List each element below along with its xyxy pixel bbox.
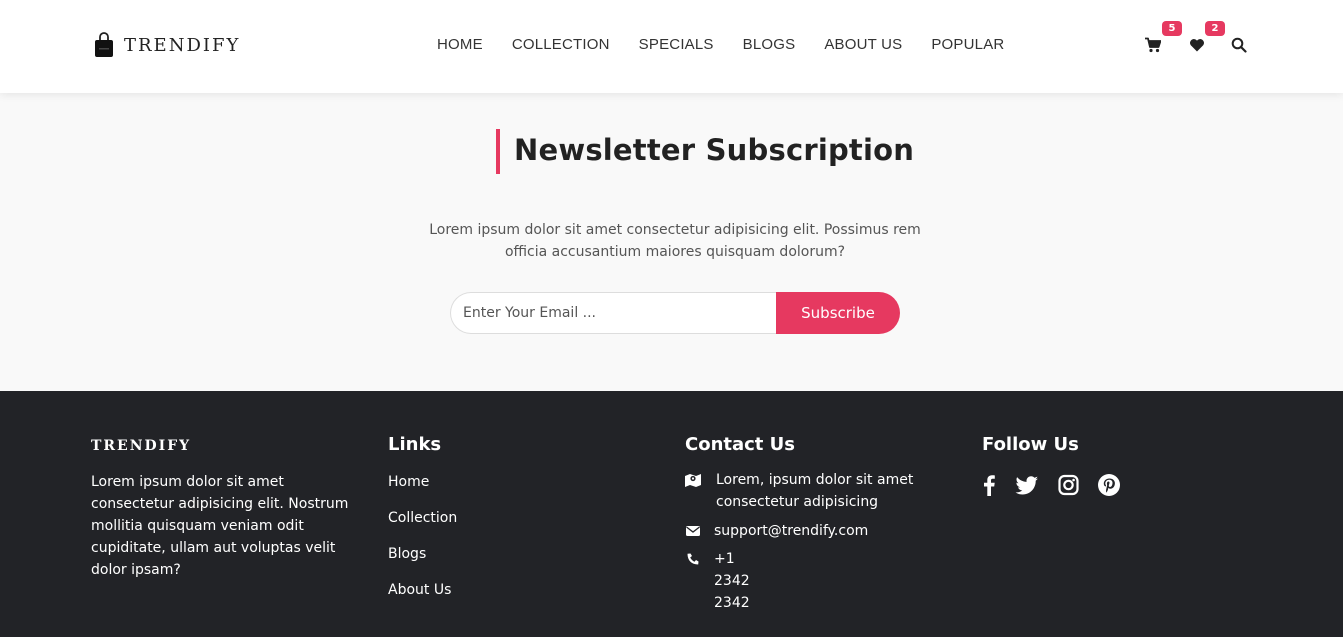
pinterest-icon[interactable] <box>1098 474 1120 496</box>
social-links <box>982 474 1120 496</box>
search-icon[interactable] <box>1231 37 1247 53</box>
phone-icon <box>685 551 701 567</box>
links-heading: Links <box>388 434 442 455</box>
contact-address-text: Lorem, ipsum dolor sit amet consectetur … <box>716 472 914 510</box>
follow-heading: Follow Us <box>982 434 1079 455</box>
title-accent-bar <box>496 129 500 174</box>
footer-about-text: Lorem ipsum dolor sit amet consectetur a… <box>91 474 349 578</box>
contact-address: Lorem, ipsum dolor sit amet consectetur … <box>685 469 945 513</box>
heart-icon[interactable] <box>1189 37 1205 53</box>
email-input[interactable] <box>450 292 776 334</box>
site-footer: TRENDIFY Lorem ipsum dolor sit amet cons… <box>0 391 1343 637</box>
cart-icon[interactable] <box>1145 37 1162 53</box>
map-icon <box>685 472 701 488</box>
newsletter-title: Newsletter Subscription <box>514 133 915 167</box>
footer-links-list: Home Collection Blogs About Us <box>388 471 457 615</box>
newsletter-form: Subscribe <box>450 292 900 334</box>
contact-email: support@trendify.com <box>685 520 868 542</box>
footer-link-collection[interactable]: Collection <box>388 510 457 526</box>
cart-count-badge: 5 <box>1162 21 1182 36</box>
footer-link-blogs[interactable]: Blogs <box>388 546 426 562</box>
facebook-icon[interactable] <box>982 474 996 496</box>
footer-link-home[interactable]: Home <box>388 474 429 490</box>
footer-brand: TRENDIFY <box>91 438 192 454</box>
contact-phone-text[interactable]: +1 2342 2342 <box>714 548 750 614</box>
site-header: TRENDIFY HOME COLLECTION SPECIALS BLOGS … <box>0 0 1343 93</box>
twitter-icon[interactable] <box>1015 474 1039 496</box>
wishlist-count-badge: 2 <box>1205 21 1225 36</box>
subscribe-button[interactable]: Subscribe <box>776 292 900 334</box>
contact-email-text[interactable]: support@trendify.com <box>714 520 868 542</box>
instagram-icon[interactable] <box>1058 474 1079 496</box>
envelope-icon <box>685 523 701 539</box>
contact-heading: Contact Us <box>685 434 796 455</box>
header-actions: 5 2 <box>0 21 1343 56</box>
contact-phone: +1 2342 2342 <box>685 548 750 614</box>
newsletter-description: Lorem ipsum dolor sit amet consectetur a… <box>429 222 921 260</box>
newsletter-section: Newsletter Subscription Lorem ipsum dolo… <box>0 93 1343 391</box>
footer-link-about-us[interactable]: About Us <box>388 582 451 598</box>
